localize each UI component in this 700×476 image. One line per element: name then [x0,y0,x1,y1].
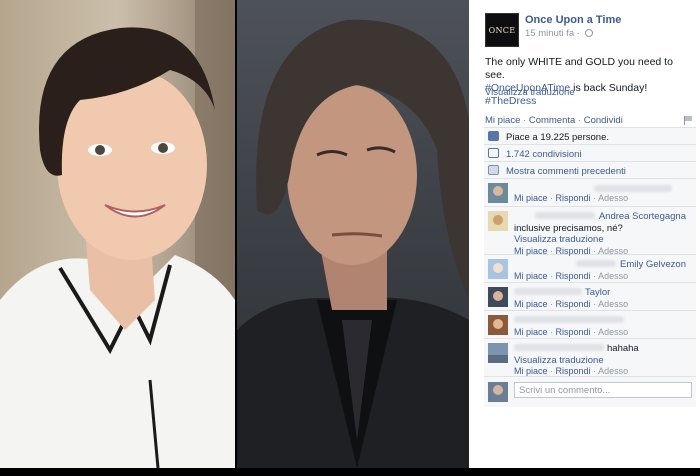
comment-translation-link[interactable]: Visualizza traduzione [514,355,692,367]
previous-comments-row[interactable]: Mostra commenti precedenti [484,162,696,179]
comment-actions: Mi piace · Rispondi · Adesso [514,271,692,283]
comment-text: hahaha [607,343,639,354]
comment-like-link[interactable]: Mi piace [514,271,548,281]
separator: · [593,366,597,376]
redacted-text [576,260,616,267]
separator: · [593,245,597,256]
comment-reply-link[interactable]: Rispondi [556,271,591,281]
redacted-text [594,185,672,192]
likes-summary[interactable]: Piace a 19.225 persone. [484,128,696,145]
comment-time[interactable]: Adesso [598,271,628,281]
separator: · [550,326,554,337]
post-photo-right[interactable] [237,0,469,468]
page-name-link[interactable]: Once Upon a Time [525,14,621,26]
post-text-line1: The only WHITE and GOLD you need to see. [485,56,673,81]
redacted-text [514,344,604,351]
comment-reply-link[interactable]: Rispondi [556,366,591,376]
comment-like-link[interactable]: Mi piace [514,327,548,337]
comment-item: Mi piace · Rispondi · Adesso [484,311,696,339]
comment-like-link[interactable]: Mi piace [514,246,548,256]
previous-comments-link[interactable]: Mostra commenti precedenti [506,166,626,177]
comment-actions: Mi piace · Rispondi · Adesso [514,299,692,311]
page-avatar[interactable]: ONCE [485,13,519,47]
separator: · [550,245,554,256]
comment-text: inclusive precisamos, né? [514,222,623,234]
post-photo-left[interactable] [0,0,235,468]
comment-time[interactable]: Adesso [598,246,628,256]
separator: · [593,298,597,309]
post-header: ONCE Once Upon a Time 15 minuti fa · [485,13,695,49]
photo-bottom-strip [0,468,700,476]
comment-item: Taylor Mi piace · Rispondi · Adesso [484,283,696,311]
redacted-text [534,212,595,219]
comment-reply-link[interactable]: Rispondi [556,193,591,203]
avatar[interactable] [488,183,508,203]
action-separator: · [577,115,582,126]
comment-like-link[interactable]: Mi piace [514,193,548,203]
redacted-text [514,288,582,295]
post-text-middle: is back Sunday! [570,82,648,94]
ufi-block: Piace a 19.225 persone. 1.742 condivisio… [484,127,696,407]
avatar[interactable] [488,315,508,335]
shares-count[interactable]: 1.742 condivisioni [506,149,582,160]
comment-item: Emily Gelvezon Mi piace · Rispondi · Ade… [484,255,696,283]
page-logo-text: ONCE [488,25,516,35]
comment-link[interactable]: Commenta [529,115,575,126]
man-portrait-illustration [237,0,469,468]
share-link[interactable]: Condividi [584,115,623,126]
action-separator: · [523,115,527,126]
comment-author[interactable]: Andrea Scortegagna [599,211,686,222]
separator: · [550,193,554,203]
post-actions: Mi piace · Commenta · Condividi [485,115,693,126]
globe-icon[interactable] [584,29,593,37]
separator: · [593,326,597,337]
woman-portrait-illustration [0,0,235,468]
comments-icon [488,165,499,175]
separator: · [550,270,554,281]
post-meta: 15 minuti fa · [525,28,593,39]
see-translation-link[interactable]: Visualizza traduzione [485,87,575,98]
avatar[interactable] [488,287,508,307]
comment-item: hahaha Visualizza traduzione Mi piace · … [484,339,696,377]
separator: · [593,270,597,281]
comment-like-link[interactable]: Mi piace [514,299,548,309]
comment-item: Andrea Scortegagna inclusive precisamos,… [484,207,696,256]
comment-actions: Mi piace · Rispondi · Adesso [514,366,692,378]
share-icon [488,148,499,158]
post-timestamp[interactable]: 15 minuti fa [525,28,574,39]
comment-author[interactable]: Taylor [585,287,610,298]
separator: · [550,298,554,309]
comment-input[interactable]: Scrivi un commento... [514,382,692,398]
flag-icon[interactable] [684,116,693,125]
avatar[interactable] [488,259,508,279]
likes-count[interactable]: Piace a 19.225 persone. [506,132,609,143]
avatar[interactable] [488,211,508,231]
meta-separator: · [576,28,580,39]
thumbs-up-icon [488,131,499,141]
comment-actions: Mi piace · Rispondi · Adesso [514,327,692,339]
shares-summary[interactable]: 1.742 condivisioni [484,145,696,162]
comment-author[interactable]: Emily Gelvezon [620,259,686,270]
comment-translation-link[interactable]: Visualizza traduzione [514,234,692,246]
separator: · [550,366,554,376]
avatar [488,382,508,402]
comment-item: Mi piace · Rispondi · Adesso [484,179,696,207]
comment-reply-link[interactable]: Rispondi [556,246,591,256]
comment-time[interactable]: Adesso [598,299,628,309]
post-text: The only WHITE and GOLD you need to see.… [485,56,690,108]
comment-like-link[interactable]: Mi piace [514,366,548,376]
like-link[interactable]: Mi piace [485,115,520,126]
comment-reply-link[interactable]: Rispondi [556,299,591,309]
comment-time[interactable]: Adesso [598,327,628,337]
avatar[interactable] [488,343,508,363]
comment-composer: Scrivi un commento... [484,377,696,407]
comment-reply-link[interactable]: Rispondi [556,327,591,337]
redacted-text [514,316,624,323]
comment-time[interactable]: Adesso [598,366,628,376]
